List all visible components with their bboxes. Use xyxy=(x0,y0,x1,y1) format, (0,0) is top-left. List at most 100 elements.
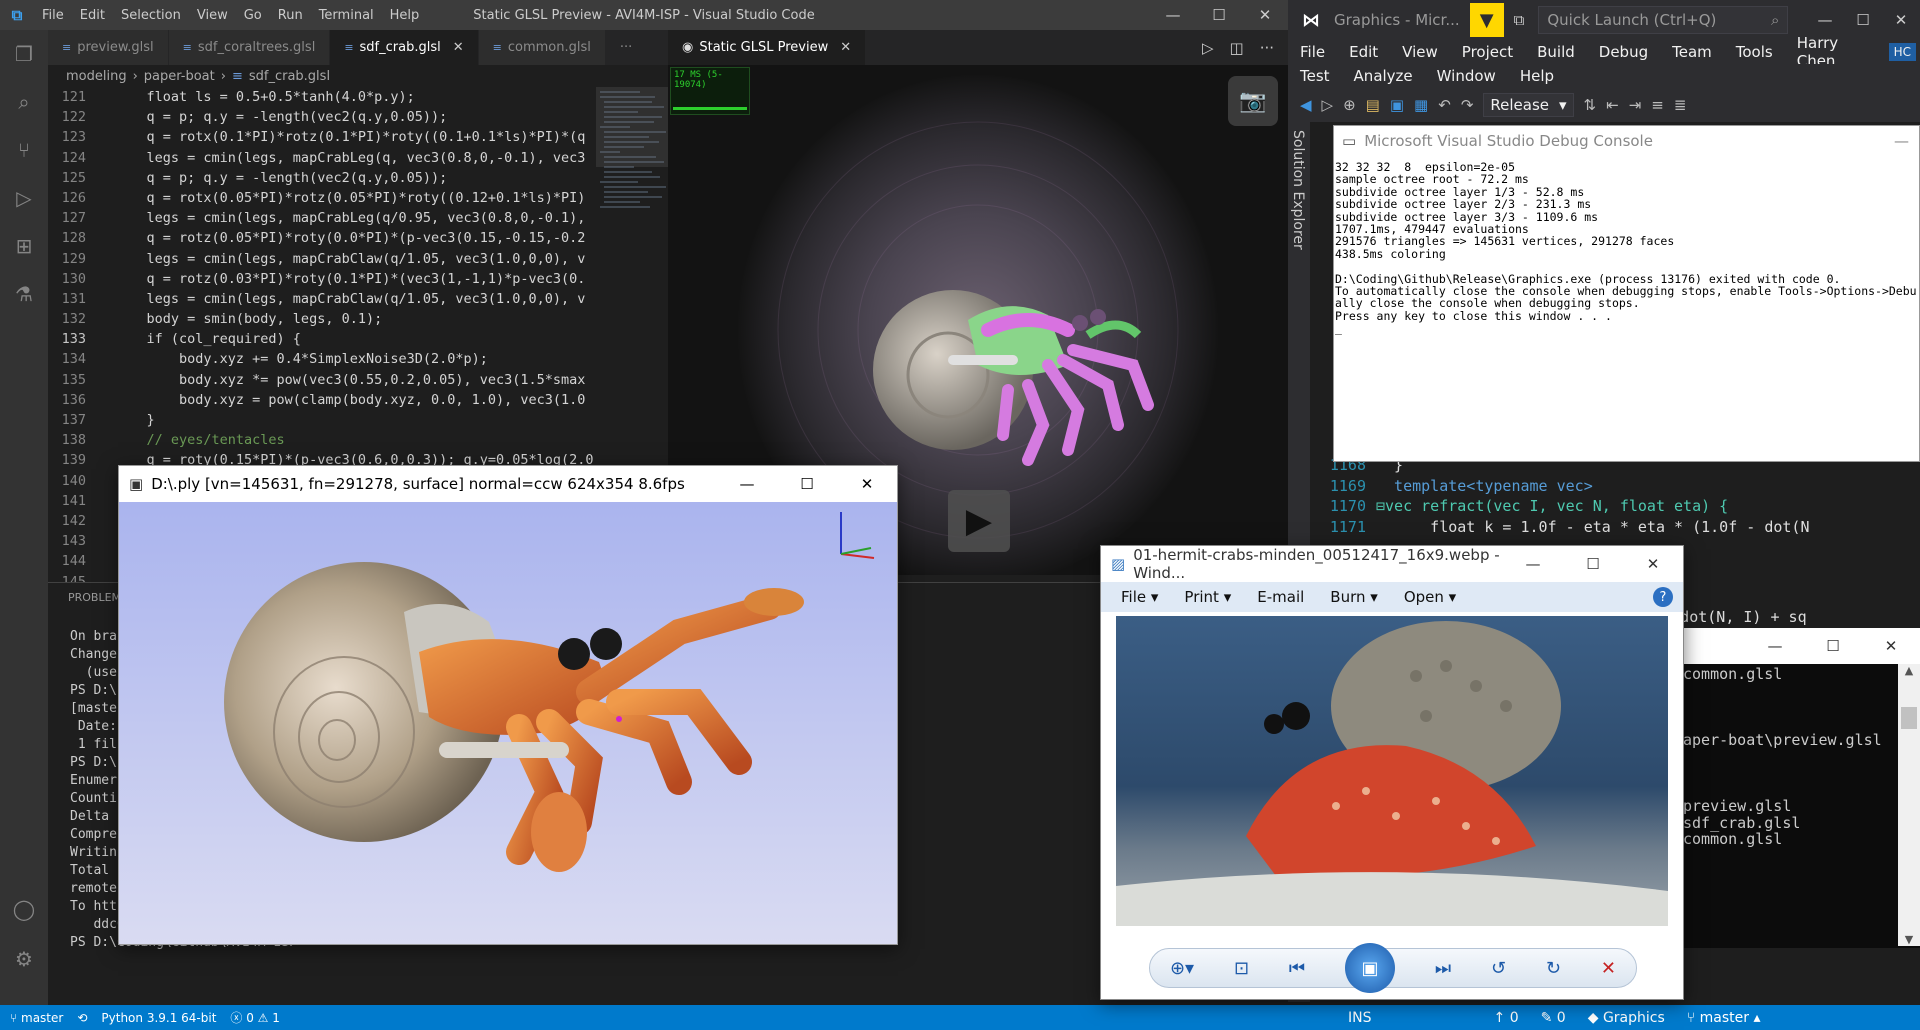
save-all-icon[interactable]: ▦ xyxy=(1414,96,1428,114)
toolbar-icon[interactable]: ≡ xyxy=(1651,96,1664,114)
minimap-slider[interactable] xyxy=(596,87,668,167)
menu-help[interactable]: Help xyxy=(382,8,428,23)
code-line[interactable]: 121 float ls = 0.5+0.5*tanh(4.0*p.y); xyxy=(48,87,596,107)
toolbar-icon[interactable]: ⇥ xyxy=(1629,96,1642,114)
quick-launch-input[interactable]: Quick Launch (Ctrl+Q) ⌕ xyxy=(1538,6,1789,34)
code-line[interactable]: 127 legs = cmin(legs, mapCrabLeg(q/0.95,… xyxy=(48,208,596,228)
filter-icon[interactable]: ▼ xyxy=(1469,3,1504,37)
ins-mode[interactable]: INS xyxy=(1348,1010,1372,1026)
code-line[interactable]: 134 body.xyz += 0.4*SimplexNoise3D(2.0*p… xyxy=(48,349,596,369)
scroll-up-icon[interactable]: ▲ xyxy=(1898,664,1920,677)
code-line[interactable]: 137 } xyxy=(48,410,596,430)
code-line[interactable]: 131 legs = cmin(legs, mapCrabClaw(q/1.05… xyxy=(48,289,596,309)
undo-icon[interactable]: ↶ xyxy=(1438,96,1451,114)
new-project-icon[interactable]: ⊕ xyxy=(1343,96,1356,114)
rotate-left-icon[interactable]: ↺ xyxy=(1491,958,1506,979)
menu-build[interactable]: Build xyxy=(1525,43,1587,61)
rotate-right-icon[interactable]: ↻ xyxy=(1546,958,1561,979)
tab-static-glsl-preview[interactable]: ◉ Static GLSL Preview ✕ xyxy=(668,30,867,65)
play-button[interactable]: ▶ xyxy=(948,490,1010,552)
menu-file[interactable]: File xyxy=(34,8,72,23)
menu-terminal[interactable]: Terminal xyxy=(311,8,382,23)
scrollbar-thumb[interactable] xyxy=(1901,707,1917,729)
menu-view[interactable]: View xyxy=(189,8,236,23)
minimize-button[interactable]: — xyxy=(1894,132,1909,150)
minimize-button[interactable]: — xyxy=(1503,555,1563,573)
menu-edit[interactable]: Edit xyxy=(1337,43,1390,61)
close-button[interactable]: ✕ xyxy=(837,475,897,493)
menu-file[interactable]: File ▾ xyxy=(1121,588,1158,606)
avatar[interactable]: HC xyxy=(1888,43,1916,61)
python-interpreter[interactable]: Python 3.9.1 64-bit xyxy=(101,1011,216,1025)
previous-icon[interactable]: ⏮ xyxy=(1289,958,1305,979)
maximize-button[interactable]: ☐ xyxy=(1804,628,1862,664)
menu-tools[interactable]: Tools xyxy=(1724,43,1785,61)
menu-edit[interactable]: Edit xyxy=(72,8,113,23)
code-line[interactable]: 136 body.xyz = pow(clamp(body.xyz, 0.0, … xyxy=(48,390,596,410)
actual-size-icon[interactable]: ⊡ xyxy=(1234,958,1249,979)
code-line[interactable]: 138 // eyes/tentacles xyxy=(48,430,596,450)
delete-icon[interactable]: ✕ xyxy=(1601,958,1616,979)
maximize-button[interactable]: ☐ xyxy=(1844,11,1882,29)
problems-status[interactable]: ⓧ 0 ⚠ 1 xyxy=(230,1009,279,1026)
minimize-button[interactable]: — xyxy=(1806,11,1844,29)
toolbar-icon[interactable]: ≣ xyxy=(1674,96,1687,114)
menu-team[interactable]: Team xyxy=(1660,43,1724,61)
open-folder-icon[interactable]: ▤ xyxy=(1366,96,1380,114)
close-button[interactable]: ✕ xyxy=(1242,0,1288,30)
repo-status[interactable]: ◆ Graphics xyxy=(1588,1010,1665,1026)
tab-preview-glsl[interactable]: ≡ preview.glsl xyxy=(48,30,169,65)
split-editor-icon[interactable]: ◫ xyxy=(1230,39,1244,57)
code-line[interactable]: 123 q = rotx(0.1*PI)*rotz(0.1*PI)*roty((… xyxy=(48,127,596,147)
testing-icon[interactable]: ⚗ xyxy=(0,270,48,318)
extensions-icon[interactable]: ⊞ xyxy=(0,222,48,270)
configuration-select[interactable]: Release ▾ xyxy=(1483,93,1574,117)
tab-sdf-crab[interactable]: ≡ sdf_crab.glsl ✕ xyxy=(330,30,479,65)
code-line[interactable]: 129 legs = cmin(legs, mapCrabClaw(q/1.05… xyxy=(48,249,596,269)
breadcrumb-item[interactable]: sdf_crab.glsl xyxy=(249,69,330,84)
menu-run[interactable]: Run xyxy=(270,8,311,23)
camera-icon[interactable]: 📷 xyxy=(1228,76,1278,126)
close-icon[interactable]: ✕ xyxy=(840,40,851,55)
help-icon[interactable]: ? xyxy=(1653,587,1673,607)
close-button[interactable]: ✕ xyxy=(1862,628,1920,664)
code-line[interactable]: 122 q = p; q.y = -length(vec2(q.y,0.05))… xyxy=(48,107,596,127)
more-actions-icon[interactable]: ··· xyxy=(605,30,648,65)
menu-view[interactable]: View xyxy=(1390,43,1450,61)
menu-burn[interactable]: Burn ▾ xyxy=(1330,588,1378,606)
menu-analyze[interactable]: Analyze xyxy=(1342,67,1425,85)
ply-3d-viewport[interactable] xyxy=(119,502,897,944)
code-line[interactable]: 135 body.xyz *= pow(vec3(0.55,0.2,0.05),… xyxy=(48,370,596,390)
more-actions-icon[interactable]: ··· xyxy=(1260,39,1274,57)
search-icon[interactable]: ⌕ xyxy=(0,78,48,126)
tab-sdf-coraltrees[interactable]: ≡ sdf_coraltrees.glsl xyxy=(168,30,331,65)
menu-help[interactable]: Help xyxy=(1508,67,1566,85)
menu-open[interactable]: Open ▾ xyxy=(1404,588,1456,606)
toolbar-icon[interactable]: ⇤ xyxy=(1606,96,1619,114)
sync-icon[interactable]: ⟲ xyxy=(77,1011,87,1025)
debug-console-output[interactable]: 32 32 32 8 epsilon=2e-05 sample octree ro… xyxy=(1334,156,1919,461)
code-line[interactable]: 125 q = p; q.y = -length(vec2(q.y,0.05))… xyxy=(48,168,596,188)
code-line[interactable]: 132 body = smin(body, legs, 0.1); xyxy=(48,309,596,329)
menu-test[interactable]: Test xyxy=(1288,67,1342,85)
next-icon[interactable]: ⏭ xyxy=(1435,958,1451,979)
forward-icon[interactable]: ▷ xyxy=(1322,96,1334,114)
branch-status[interactable]: ⑂ master xyxy=(10,1011,63,1025)
toolbar-icon[interactable]: ⇅ xyxy=(1584,96,1597,114)
feedback-icon[interactable]: ⧉ xyxy=(1514,11,1525,29)
panel-tab-problems[interactable]: PROBLEM xyxy=(68,591,121,604)
minimize-button[interactable]: — xyxy=(1746,628,1804,664)
code-line[interactable]: 133 if (col_required) { xyxy=(48,329,596,349)
menu-email[interactable]: E-mail xyxy=(1257,588,1304,606)
maximize-button[interactable]: ☐ xyxy=(1196,0,1242,30)
code-line[interactable]: 128 q = rotz(0.05*PI)*roty(0.0*PI)*(p-ve… xyxy=(48,228,596,248)
code-line[interactable]: 124 legs = cmin(legs, mapCrabLeg(q, vec3… xyxy=(48,148,596,168)
menu-go[interactable]: Go xyxy=(236,8,270,23)
minimize-button[interactable]: — xyxy=(717,475,777,493)
tab-common-glsl[interactable]: ≡ common.glsl xyxy=(478,30,606,65)
console-scrollbar[interactable]: ▲ ▼ xyxy=(1898,664,1920,946)
account-icon[interactable]: ◯ xyxy=(0,885,48,933)
menu-file[interactable]: File xyxy=(1288,43,1337,61)
breadcrumb-item[interactable]: paper-boat xyxy=(144,69,215,84)
close-icon[interactable]: ✕ xyxy=(453,40,464,55)
